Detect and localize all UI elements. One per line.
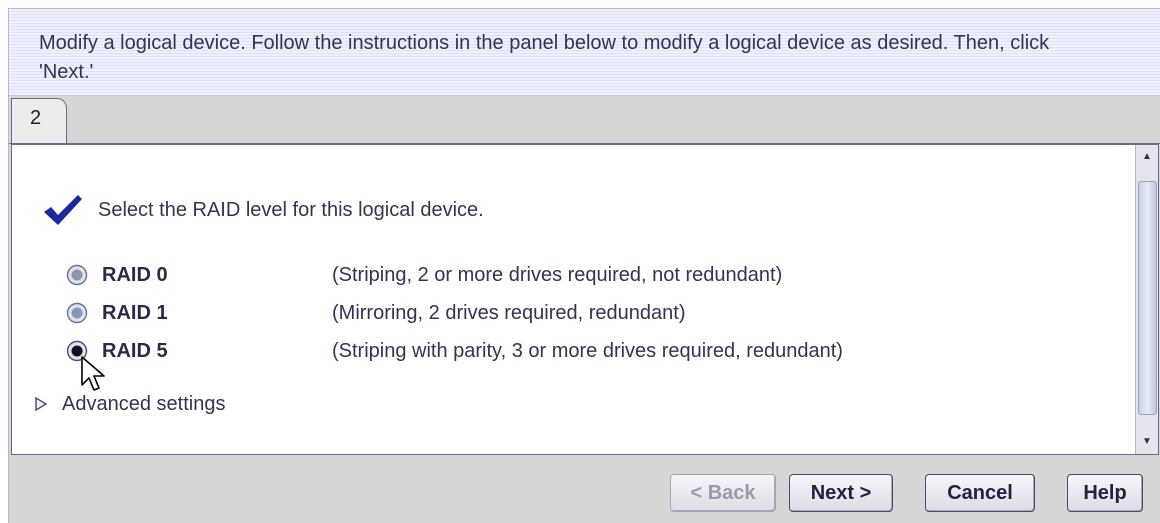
back-button[interactable]: < Back — [670, 474, 776, 512]
raid-5-description: (Striping with parity, 3 or more drives … — [332, 339, 843, 362]
raid-1-label: RAID 1 — [102, 301, 168, 324]
vertical-scrollbar[interactable]: ▲ ▼ — [1135, 145, 1158, 454]
raid-0-label: RAID 0 — [102, 263, 168, 286]
scroll-down-arrow-icon[interactable]: ▼ — [1136, 432, 1158, 452]
help-button[interactable]: Help — [1067, 474, 1143, 512]
raid-5-label: RAID 5 — [102, 339, 168, 362]
radio-button-icon[interactable] — [66, 264, 88, 286]
expand-triangle-icon — [35, 396, 48, 412]
tab-strip: 2 — [9, 96, 1160, 144]
raid-0-option[interactable]: RAID 0 (Striping, 2 or more drives requi… — [66, 260, 782, 290]
instructions-text: Modify a logical device. Follow the inst… — [39, 32, 1050, 83]
step-panel: Select the RAID level for this logical d… — [11, 144, 1159, 455]
tab-step-2[interactable]: 2 — [11, 98, 67, 143]
step-instruction: Select the RAID level for this logical d… — [42, 192, 484, 228]
advanced-settings-label: Advanced settings — [62, 392, 226, 415]
instructions-panel: Modify a logical device. Follow the inst… — [9, 9, 1160, 96]
raid-1-description: (Mirroring, 2 drives required, redundant… — [332, 301, 686, 324]
raid-0-description: (Striping, 2 or more drives required, no… — [332, 263, 783, 286]
step-instruction-text: Select the RAID level for this logical d… — [98, 198, 484, 221]
scrollbar-thumb[interactable] — [1138, 181, 1157, 415]
cancel-button[interactable]: Cancel — [925, 474, 1035, 512]
checkmark-icon — [44, 195, 82, 225]
next-button[interactable]: Next > — [789, 474, 893, 512]
scroll-up-arrow-icon[interactable]: ▲ — [1136, 147, 1158, 167]
raid-1-option[interactable]: RAID 1 (Mirroring, 2 drives required, re… — [66, 298, 686, 328]
wizard-window: Modify a logical device. Follow the inst… — [8, 8, 1160, 523]
advanced-settings-toggle[interactable]: Advanced settings — [34, 389, 225, 419]
raid-5-option[interactable]: RAID 5 (Striping with parity, 3 or more … — [66, 336, 843, 366]
radio-button-icon[interactable] — [66, 302, 88, 324]
